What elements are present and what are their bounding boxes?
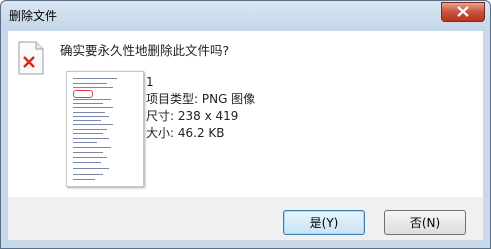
no-button[interactable]: 否(N) [384, 210, 466, 235]
title-bar[interactable]: 删除文件 [1, 1, 490, 31]
confirmation-question: 确实要永久性地删除此文件吗? [60, 43, 230, 58]
file-dimensions: 尺寸: 238 x 419 [146, 109, 239, 123]
button-bar: 是(Y) 否(N) [8, 197, 483, 240]
yes-button[interactable]: 是(Y) [283, 210, 365, 235]
file-thumbnail [66, 71, 144, 187]
delete-file-dialog: 删除文件 确实要永久性地删除此文件吗? 1 项目类型: PNG 图像 尺寸: 2… [0, 0, 491, 249]
file-info: 1 项目类型: PNG 图像 尺寸: 238 x 419 大小: 46.2 KB [146, 74, 255, 142]
close-button[interactable] [441, 2, 485, 22]
close-icon [457, 6, 469, 17]
delete-file-icon [18, 41, 44, 75]
window-title: 删除文件 [9, 9, 58, 23]
file-size: 大小: 46.2 KB [146, 126, 225, 140]
file-name: 1 [146, 75, 154, 89]
file-type: 项目类型: PNG 图像 [146, 92, 256, 106]
dialog-content: 确实要永久性地删除此文件吗? 1 项目类型: PNG 图像 尺寸: 238 x … [8, 31, 483, 197]
